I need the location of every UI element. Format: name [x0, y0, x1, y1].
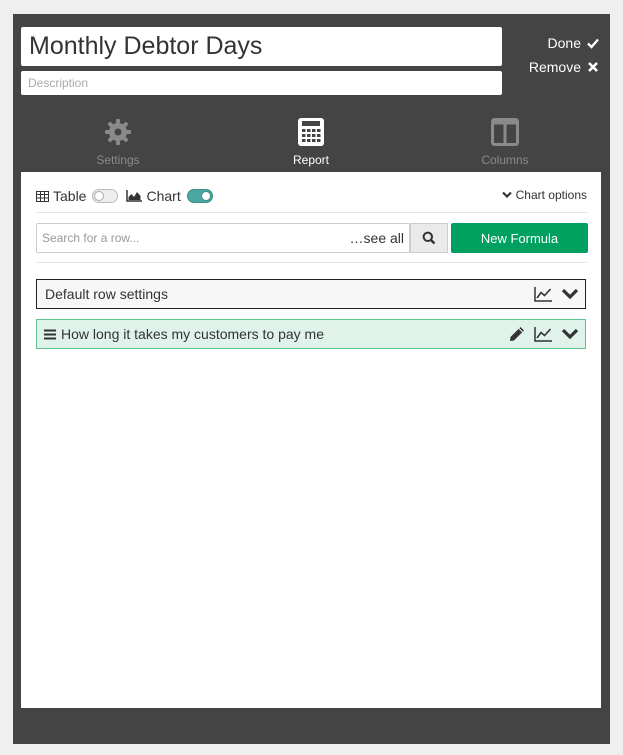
- chart-label: Chart: [146, 188, 181, 204]
- row-actions: [509, 326, 585, 342]
- search-input[interactable]: [37, 224, 347, 252]
- report-editor-panel: Monthly Debtor Days Description Done Rem…: [13, 14, 610, 744]
- chevron-down-icon: [501, 191, 512, 199]
- search-box: …see all: [36, 223, 410, 253]
- row-label: How long it takes my customers to pay me: [61, 326, 324, 342]
- divider: [36, 262, 587, 263]
- tab-columns[interactable]: Columns: [445, 117, 565, 167]
- view-toggles: Table Chart: [36, 188, 221, 204]
- close-icon: [588, 62, 598, 72]
- remove-label: Remove: [528, 59, 581, 75]
- chevron-down-icon[interactable]: [561, 328, 579, 340]
- table-icon: [36, 190, 49, 202]
- chart-options-label: Chart options: [515, 188, 587, 202]
- table-label: Table: [53, 188, 87, 204]
- check-icon: [587, 38, 599, 49]
- calculator-icon: [298, 118, 324, 146]
- pencil-icon[interactable]: [509, 326, 525, 342]
- row-default-settings[interactable]: Default row settings: [36, 279, 586, 309]
- row-label: Default row settings: [45, 286, 168, 302]
- chevron-down-icon[interactable]: [561, 288, 579, 300]
- search-icon: [422, 231, 436, 245]
- area-chart-icon: [126, 190, 143, 202]
- done-label: Done: [547, 35, 581, 51]
- tab-settings-label: Settings: [96, 153, 140, 167]
- gear-icon: [105, 119, 131, 145]
- tab-report[interactable]: Report: [251, 117, 371, 167]
- divider: [36, 212, 587, 213]
- see-all-link[interactable]: …see all: [350, 224, 404, 252]
- chart-options-button[interactable]: Chart options: [501, 188, 587, 202]
- columns-icon: [491, 118, 519, 146]
- done-button[interactable]: Done: [548, 35, 599, 51]
- report-content: Table Chart Chart options …see all: [21, 172, 601, 708]
- line-chart-icon[interactable]: [534, 326, 552, 342]
- row-formula[interactable]: How long it takes my customers to pay me: [36, 319, 586, 349]
- chart-toggle[interactable]: [186, 189, 213, 203]
- search-button[interactable]: [410, 223, 448, 253]
- remove-button[interactable]: Remove: [529, 59, 599, 75]
- report-title-input[interactable]: Monthly Debtor Days: [21, 27, 502, 66]
- tab-settings[interactable]: Settings: [58, 117, 178, 167]
- line-chart-icon[interactable]: [534, 286, 552, 302]
- chart-toggle-group: Chart: [126, 188, 213, 204]
- new-formula-button[interactable]: New Formula: [451, 223, 588, 253]
- hamburger-icon[interactable]: [44, 329, 56, 340]
- tab-report-label: Report: [292, 153, 330, 167]
- tab-columns-label: Columns: [481, 153, 529, 167]
- description-field[interactable]: Description: [21, 71, 502, 95]
- table-toggle[interactable]: [92, 189, 119, 203]
- table-toggle-group: Table: [36, 188, 119, 204]
- row-actions: [534, 286, 585, 302]
